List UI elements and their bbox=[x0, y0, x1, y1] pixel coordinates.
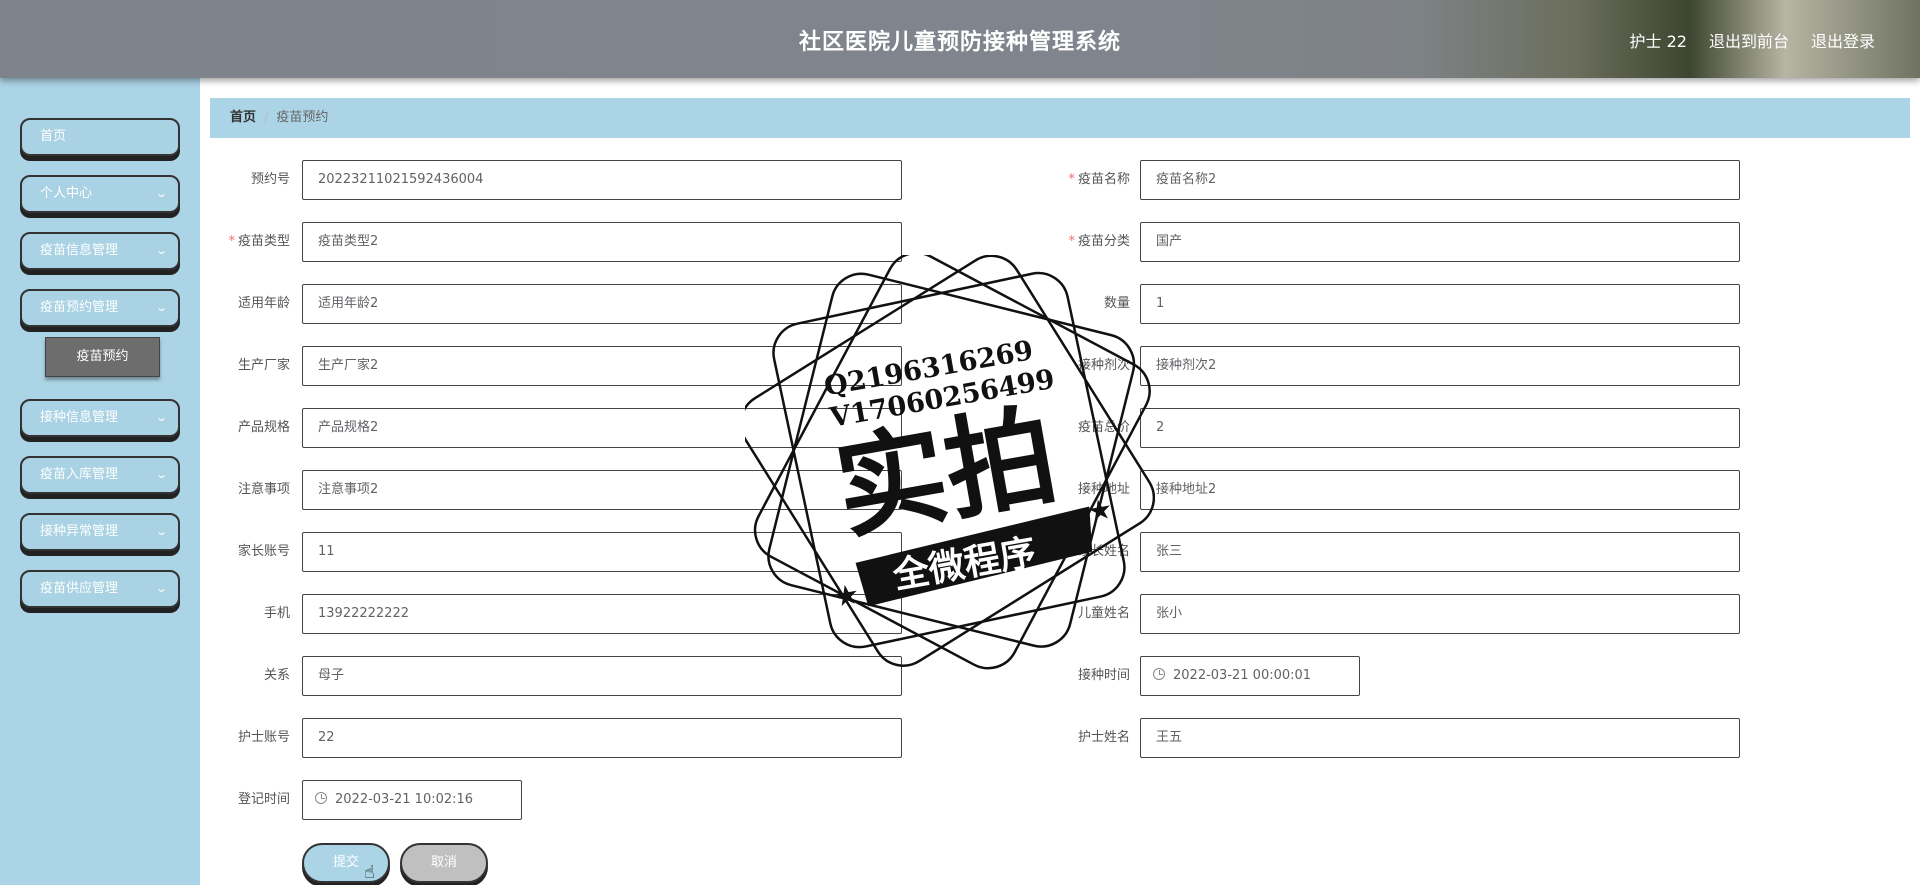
breadcrumb: 首页 / 疫苗预约 bbox=[210, 98, 1910, 138]
precautions-input[interactable]: 注意事项2 bbox=[302, 470, 902, 510]
booking-number-input[interactable]: 20223211021592436004 bbox=[302, 160, 902, 200]
submenu-item-vaccine-booking[interactable]: 疫苗预约 bbox=[45, 337, 160, 377]
chevron-down-icon: ⌄ bbox=[154, 582, 168, 595]
total-price-input[interactable]: 2 bbox=[1140, 408, 1740, 448]
field-label: 注意事项 bbox=[237, 482, 290, 497]
relationship-input[interactable]: 母子 bbox=[302, 656, 902, 696]
chevron-down-icon: ⌄ bbox=[154, 301, 168, 314]
sidebar-item-label: 个人中心 bbox=[40, 186, 93, 201]
required-star: * bbox=[228, 234, 235, 249]
breadcrumb-home[interactable]: 首页 bbox=[230, 110, 256, 125]
field-label: 适用年龄 bbox=[237, 296, 290, 311]
breadcrumb-separator: / bbox=[264, 110, 269, 125]
sidebar: 首页 个人中心 ⌄ 疫苗信息管理 ⌄ 疫苗预约管理 ⌄ 疫苗预约 接种信息管理 … bbox=[0, 78, 200, 885]
vaccine-name-input[interactable]: 疫苗名称2 bbox=[1140, 160, 1740, 200]
field-label: 预约号 bbox=[250, 172, 290, 187]
field-label: 接种地址 bbox=[1077, 482, 1130, 497]
field-label: 护士姓名 bbox=[1077, 730, 1130, 745]
manufacturer-input[interactable]: 生产厂家2 bbox=[302, 346, 902, 386]
chevron-down-icon: ⌄ bbox=[154, 244, 168, 257]
sidebar-item-label: 疫苗入库管理 bbox=[40, 467, 119, 482]
phone-input[interactable]: 13922222222 bbox=[302, 594, 902, 634]
sidebar-item-label: 首页 bbox=[40, 129, 67, 144]
required-star: * bbox=[1068, 172, 1075, 187]
clock-icon bbox=[1153, 668, 1165, 680]
breadcrumb-current: 疫苗预约 bbox=[276, 110, 329, 125]
current-user-label: 护士 22 bbox=[1629, 32, 1687, 51]
cancel-button[interactable]: 取消 bbox=[400, 843, 488, 883]
quantity-input[interactable]: 1 bbox=[1140, 284, 1740, 324]
field-label: 疫苗总价 bbox=[1077, 420, 1130, 435]
top-header: 社区医院儿童预防接种管理系统 护士 22 退出到前台 退出登录 bbox=[0, 0, 1920, 78]
registration-time-picker[interactable]: 2022-03-21 10:02:16 bbox=[302, 780, 522, 820]
chevron-down-icon: ⌄ bbox=[154, 187, 168, 200]
field-label: * 疫苗名称 bbox=[1068, 172, 1130, 187]
dose-number-input[interactable]: 接种剂次2 bbox=[1140, 346, 1740, 386]
sidebar-item-home[interactable]: 首页 bbox=[20, 118, 180, 156]
vaccine-type-input[interactable]: 疫苗类型2 bbox=[302, 222, 902, 262]
nurse-name-input[interactable]: 王五 bbox=[1140, 718, 1740, 758]
sidebar-item-label: 疫苗供应管理 bbox=[40, 581, 119, 596]
logout-link[interactable]: 退出登录 bbox=[1811, 28, 1875, 52]
sidebar-item-label: 疫苗信息管理 bbox=[40, 243, 119, 258]
sidebar-item-vaccine-booking[interactable]: 疫苗预约管理 ⌄ bbox=[20, 289, 180, 327]
required-star: * bbox=[1068, 234, 1075, 249]
chevron-down-icon: ⌄ bbox=[154, 468, 168, 481]
applicable-age-input[interactable]: 适用年龄2 bbox=[302, 284, 902, 324]
chevron-down-icon: ⌄ bbox=[154, 411, 168, 424]
exit-to-front-link[interactable]: 退出到前台 bbox=[1709, 28, 1789, 52]
field-label: 接种剂次 bbox=[1077, 358, 1130, 373]
field-label: 护士账号 bbox=[237, 730, 290, 745]
product-spec-input[interactable]: 产品规格2 bbox=[302, 408, 902, 448]
hand-cursor-icon: ☝ bbox=[364, 862, 375, 883]
sidebar-item-personal-center[interactable]: 个人中心 ⌄ bbox=[20, 175, 180, 213]
field-label: 产品规格 bbox=[237, 420, 290, 435]
sidebar-item-vaccination-exception[interactable]: 接种异常管理 ⌄ bbox=[20, 513, 180, 551]
parent-name-input[interactable]: 张三 bbox=[1140, 532, 1740, 572]
field-label: 生产厂家 bbox=[237, 358, 290, 373]
nurse-account-input[interactable]: 22 bbox=[302, 718, 902, 758]
sidebar-item-label: 疫苗预约管理 bbox=[40, 300, 119, 315]
header-links: 护士 22 退出到前台 退出登录 bbox=[1630, 28, 1875, 52]
clock-icon bbox=[315, 792, 327, 804]
sidebar-item-vaccine-supply[interactable]: 疫苗供应管理 ⌄ bbox=[20, 570, 180, 608]
field-label: 手机 bbox=[263, 606, 290, 621]
field-label: 登记时间 bbox=[237, 792, 290, 807]
field-label: * 疫苗分类 bbox=[1068, 234, 1130, 249]
sidebar-item-vaccination-info[interactable]: 接种信息管理 ⌄ bbox=[20, 399, 180, 437]
chevron-down-icon: ⌄ bbox=[154, 525, 168, 538]
vaccination-address-input[interactable]: 接种地址2 bbox=[1140, 470, 1740, 510]
sidebar-item-vaccine-info[interactable]: 疫苗信息管理 ⌄ bbox=[20, 232, 180, 270]
field-label: 关系 bbox=[263, 668, 290, 683]
sidebar-item-label: 接种信息管理 bbox=[40, 410, 119, 425]
parent-account-input[interactable]: 11 bbox=[302, 532, 902, 572]
field-label: 家长账号 bbox=[237, 544, 290, 559]
sidebar-item-label: 接种异常管理 bbox=[40, 524, 119, 539]
field-label: 接种时间 bbox=[1077, 668, 1130, 683]
field-label: 儿童姓名 bbox=[1077, 606, 1130, 621]
vaccine-category-input[interactable]: 国产 bbox=[1140, 222, 1740, 262]
field-label: 数量 bbox=[1103, 296, 1130, 311]
sidebar-item-vaccine-stock-in[interactable]: 疫苗入库管理 ⌄ bbox=[20, 456, 180, 494]
vaccination-time-picker[interactable]: 2022-03-21 00:00:01 bbox=[1140, 656, 1360, 696]
watermark-banner: 全微程序 bbox=[889, 531, 1039, 598]
field-label: 家长姓名 bbox=[1077, 544, 1130, 559]
field-label: * 疫苗类型 bbox=[228, 234, 290, 249]
child-name-input[interactable]: 张小 bbox=[1140, 594, 1740, 634]
submit-button[interactable]: 提交 bbox=[302, 843, 390, 883]
